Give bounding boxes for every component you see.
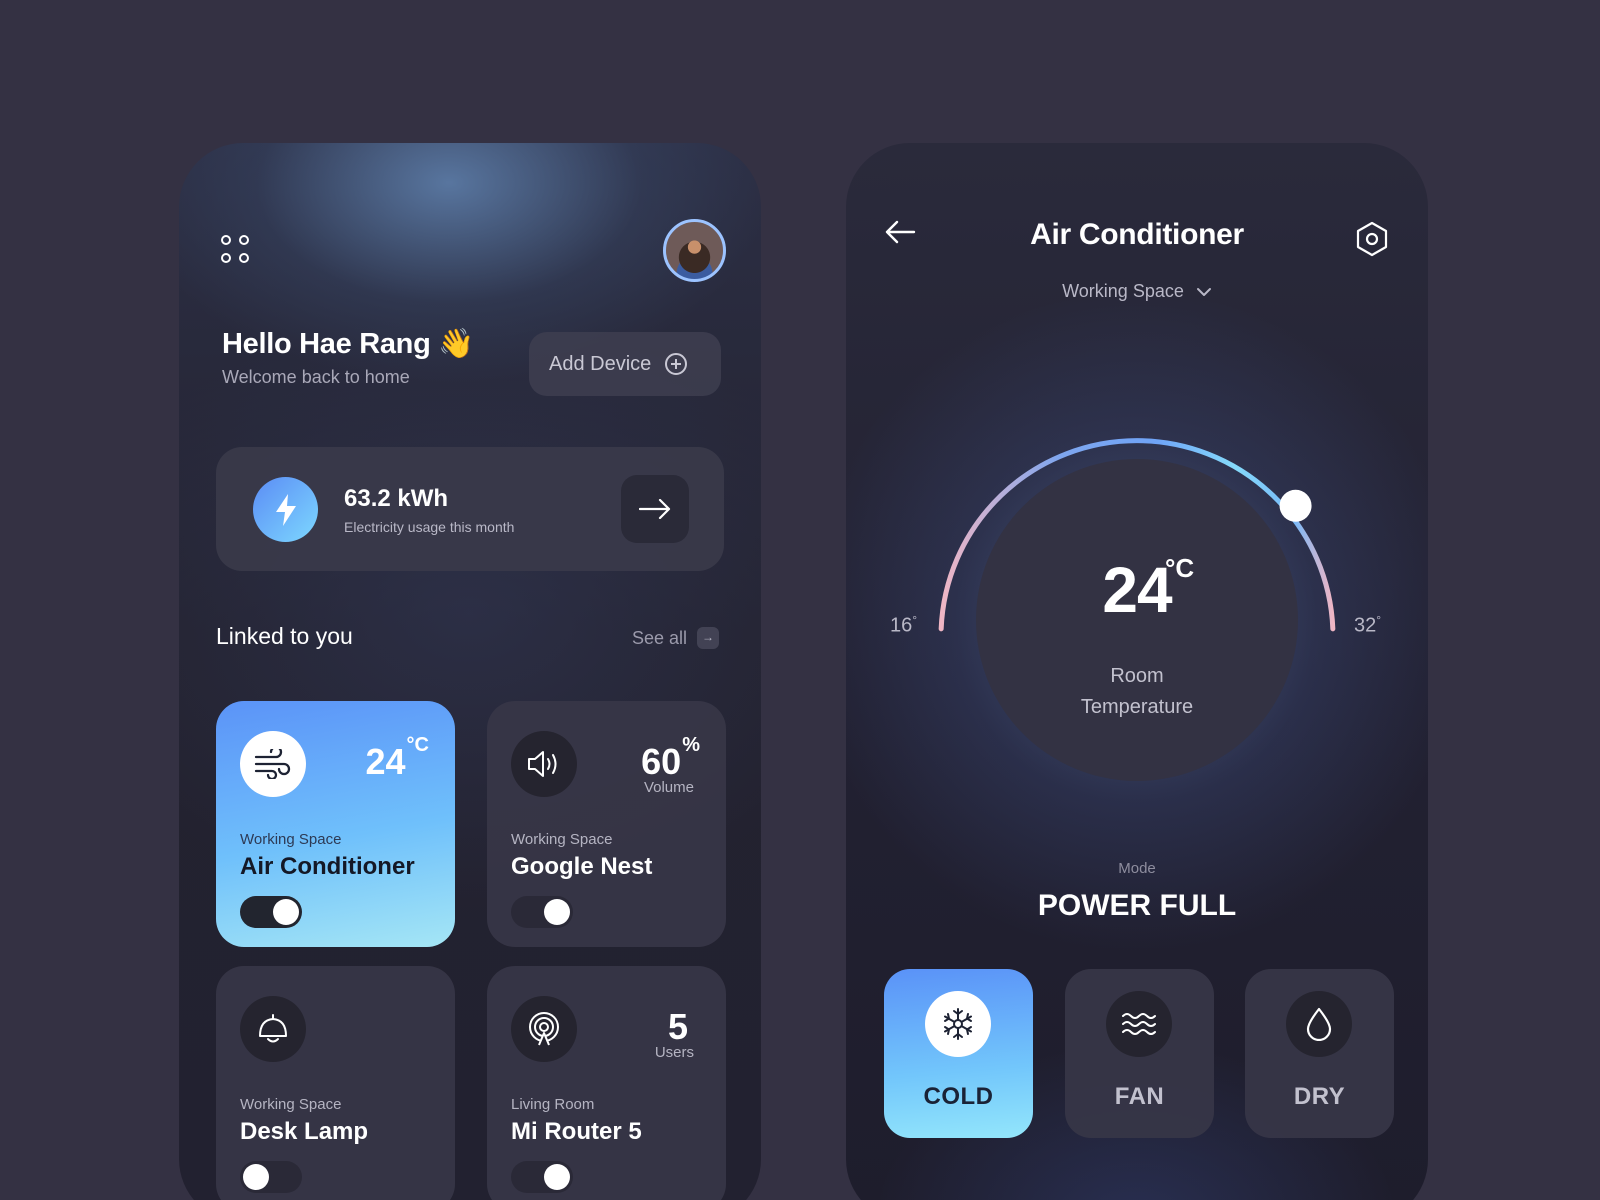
see-all-link[interactable]: See all → [632,627,720,649]
device-power-toggle[interactable] [240,1161,302,1193]
temperature-slider-knob[interactable] [1279,489,1312,522]
plus-circle-icon [665,353,688,375]
device-name: Desk Lamp [240,1118,369,1145]
ac-temperature-readout: 24°C [365,734,430,782]
greeting-title: Hello Hae Rang 👋 [222,328,475,360]
device-room: Living Room [511,1096,595,1113]
lamp-icon [240,996,306,1062]
arrow-right-icon: → [697,627,720,649]
device-room: Working Space [240,831,342,848]
users-label: Users [654,1044,694,1061]
mode-label: COLD [923,1083,994,1110]
mode-cold-button[interactable]: COLD [884,969,1033,1138]
wind-icon [240,731,306,797]
home-screen: Hello Hae Rang 👋 Welcome back to home Ad… [179,143,761,1200]
energy-value: 63.2 kWh [344,485,449,512]
energy-usage-card: 63.2 kWh Electricity usage this month [216,447,724,571]
see-all-label: See all [632,627,688,648]
volume-label: Volume [643,779,694,796]
add-device-button[interactable]: Add Device [529,332,721,396]
arrow-right-icon [639,499,671,519]
device-name: Mi Router 5 [511,1118,642,1145]
temperature-value: 24 [1102,554,1172,626]
air-conditioner-screen: Air Conditioner Working Space 24 °C Room… [846,143,1428,1200]
device-card-desk-lamp[interactable]: Working Space Desk Lamp [216,966,455,1200]
device-card-google-nest[interactable]: 60% Volume Working Space Google Nest [487,701,726,947]
mode-caption: Mode [1118,860,1156,877]
device-power-toggle[interactable] [511,1161,573,1193]
mode-fan-button[interactable]: FAN [1065,969,1214,1138]
device-room: Working Space [240,1096,342,1113]
energy-label: Electricity usage this month [344,519,515,535]
volume-readout: 60% [641,734,700,782]
snowflake-icon [925,991,991,1057]
mode-dry-button[interactable]: DRY [1245,969,1394,1138]
device-power-toggle[interactable] [511,896,573,928]
mode-value: POWER FULL [1037,889,1237,922]
waves-icon [1106,991,1172,1057]
linked-section-title: Linked to you [216,623,353,649]
range-min-label: 16° [890,613,918,637]
add-device-label: Add Device [549,352,652,375]
greeting-subtitle: Welcome back to home [222,367,410,387]
mode-label: FAN [1114,1083,1165,1110]
mode-label: DRY [1293,1083,1346,1110]
temperature-unit: °C [1165,553,1195,583]
device-name: Google Nest [511,853,653,880]
device-room: Working Space [511,831,613,848]
energy-details-button[interactable] [621,475,689,543]
lightning-bolt-icon [253,477,318,542]
range-max-label: 32° [1354,613,1382,637]
users-readout: 5 [667,1006,688,1047]
speaker-icon [511,731,577,797]
device-name: Air Conditioner [240,853,415,880]
device-power-toggle[interactable] [240,896,302,928]
device-card-air-conditioner[interactable]: 24°C Working Space Air Conditioner [216,701,455,947]
avatar[interactable] [663,219,726,282]
menu-grid-icon[interactable] [221,235,251,265]
router-icon [511,996,577,1062]
device-card-mi-router[interactable]: 5 Users Living Room Mi Router 5 [487,966,726,1200]
temperature-caption: Room Temperature [1080,665,1194,718]
droplet-icon [1286,991,1352,1057]
